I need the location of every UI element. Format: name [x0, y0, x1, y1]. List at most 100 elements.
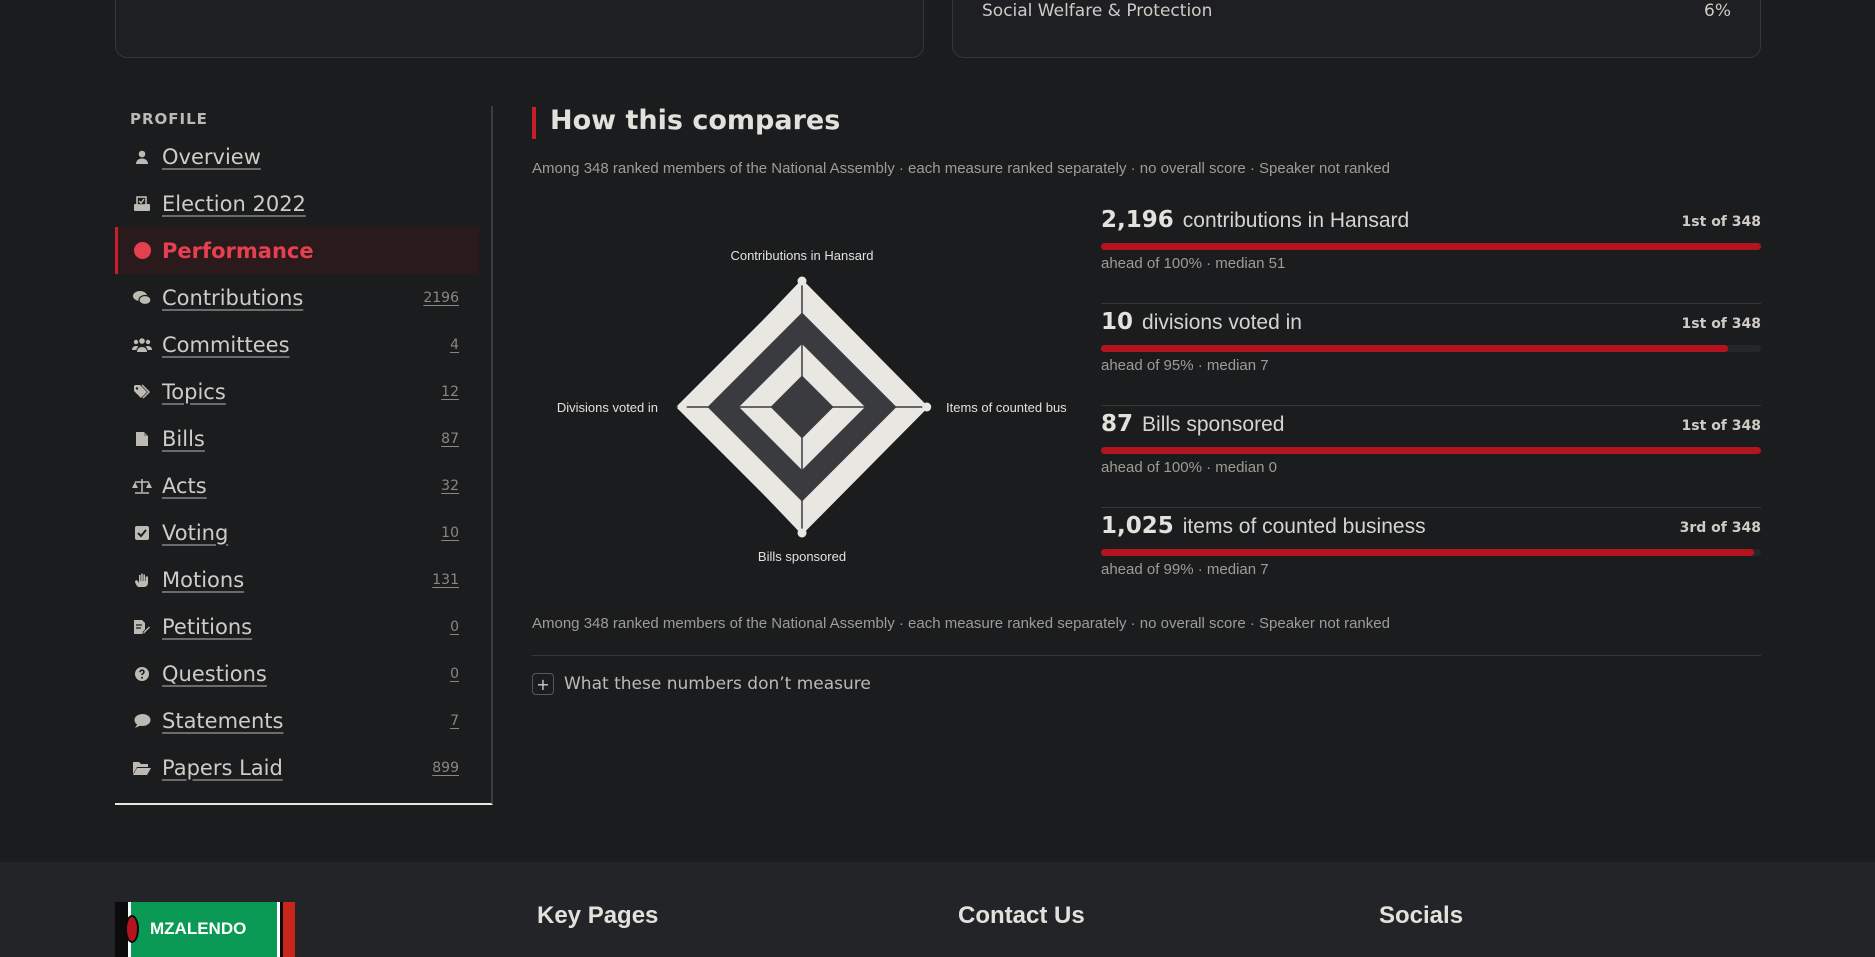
measure-label: divisions voted in [1142, 311, 1302, 334]
measure-label: Bills sponsored [1142, 413, 1285, 436]
sidebar-item-overview[interactable]: Overview [115, 133, 479, 180]
raised-hand-icon [132, 570, 152, 590]
sidebar-heading: PROFILE [130, 110, 208, 128]
radar-axis-label: Bills sponsored [758, 549, 846, 564]
file-pen-icon [132, 617, 152, 637]
profile-sidebar: PROFILE Overview Election 2022 Performance… [115, 106, 493, 805]
sidebar-item-label: Motions [162, 567, 245, 592]
spending-row-value: 6% [1704, 1, 1731, 21]
measure-head: 1,025 items of counted business [1101, 513, 1426, 539]
sidebar-item-count: 4 [450, 336, 459, 353]
measure-rank: 3rd of 348 [1679, 520, 1761, 536]
measure-value: 10 [1101, 309, 1134, 335]
sidebar-item-statements[interactable]: Statements 7 [115, 697, 479, 744]
sidebar-item-acts[interactable]: Acts 32 [115, 462, 479, 509]
percentile-bar-track [1101, 447, 1761, 454]
sidebar-item-contributions[interactable]: Contributions 2196 [115, 274, 479, 321]
radar-data-point [922, 402, 932, 412]
footer-socials-heading: Socials [1379, 902, 1464, 929]
numbers-disclaimer-toggle[interactable]: + What these numbers don’t measure [532, 673, 871, 695]
sidebar-item-label: Election 2022 [162, 191, 306, 216]
sidebar-item-count: 2196 [423, 289, 459, 306]
percentile-bar-fill [1101, 549, 1755, 556]
sidebar-item-count: 131 [432, 571, 459, 588]
radar-axis-label: Divisions voted in [557, 400, 658, 415]
mzalendo-logo[interactable]: MZALENDO [115, 902, 295, 957]
measure-row: 1,025 items of counted business 3rd of 348… [1101, 508, 1761, 610]
measure-value: 87 [1101, 411, 1134, 437]
sidebar-item-count: 10 [441, 524, 459, 541]
ranking-note-bottom: Among 348 ranked members of the National… [532, 615, 1390, 632]
measure-head: 10 divisions voted in [1101, 309, 1302, 335]
sidebar-item-label: Papers Laid [162, 755, 283, 780]
sidebar-item-motions[interactable]: Motions 131 [115, 556, 479, 603]
plus-icon: + [532, 673, 554, 695]
active-dot [133, 242, 151, 259]
sidebar-item-bills[interactable]: Bills 87 [115, 415, 479, 462]
sidebar-item-count: 87 [441, 430, 459, 447]
percentile-bar-track [1101, 243, 1761, 250]
sidebar-item-petitions[interactable]: Petitions 0 [115, 603, 479, 650]
ballot-box-icon [132, 194, 152, 214]
comments-icon [132, 288, 152, 308]
spending-row: Social Welfare & Protection 6% [982, 1, 1731, 21]
logo-text: MZALENDO [150, 919, 247, 938]
sidebar-item-topics[interactable]: Topics 12 [115, 368, 479, 415]
site-footer: MZALENDO Key Pages Contact Us Socials [0, 862, 1875, 957]
sidebar-item-questions[interactable]: Questions 0 [115, 650, 479, 697]
sidebar-item-label: Contributions [162, 285, 304, 310]
ranking-note-top: Among 348 ranked members of the National… [532, 160, 1390, 177]
expander-label: What these numbers don’t measure [564, 674, 871, 694]
measure-list: 2,196 contributions in Hansard 1st of 348 a… [1101, 202, 1761, 610]
sidebar-item-count: 32 [441, 477, 459, 494]
percentile-bar-track [1101, 345, 1761, 352]
people-group-icon [132, 335, 152, 355]
measure-rank: 1st of 348 [1681, 418, 1761, 434]
radar-axis-label: Items of counted bus [946, 400, 1067, 415]
dot-icon [132, 241, 152, 261]
radar-chart: Contributions in Hansard Items of counted… [557, 248, 1067, 564]
sidebar-item-election-2022[interactable]: Election 2022 [115, 180, 479, 227]
checkbox-icon [132, 523, 152, 543]
measure-value: 2,196 [1101, 207, 1174, 233]
sidebar-item-papers-laid[interactable]: Papers Laid 899 [115, 744, 479, 791]
measure-row: 87 Bills sponsored 1st of 348 ahead of 100%… [1101, 406, 1761, 508]
shield-icon [125, 915, 139, 943]
sidebar-item-label: Overview [162, 144, 261, 169]
measure-row: 10 divisions voted in 1st of 348 ahead of 9… [1101, 304, 1761, 406]
sidebar-item-count: 0 [450, 618, 459, 635]
footer-key-pages-heading: Key Pages [537, 902, 659, 929]
page-title: How this compares [550, 105, 841, 136]
measure-footnote: ahead of 99% · median 7 [1101, 561, 1269, 578]
spending-card-left [115, 0, 924, 58]
radar-data-point [677, 402, 687, 412]
divider [532, 655, 1761, 656]
radar-data-point [797, 276, 807, 286]
folder-open-icon [132, 758, 152, 778]
tags-icon [132, 382, 152, 402]
radar-axis-label: Contributions in Hansard [730, 248, 873, 263]
measure-footnote: ahead of 100% · median 0 [1101, 459, 1277, 476]
sidebar-item-count: 899 [432, 759, 459, 776]
title-accent-bar [532, 107, 536, 139]
scale-icon [132, 476, 152, 496]
sidebar-item-label: Committees [162, 332, 290, 357]
measure-head: 87 Bills sponsored [1101, 411, 1284, 437]
question-circle-icon [132, 664, 152, 684]
measure-rank: 1st of 348 [1681, 316, 1761, 332]
sidebar-item-label: Acts [162, 473, 207, 498]
radar-data-point [797, 528, 807, 538]
percentile-bar-fill [1101, 243, 1761, 250]
percentile-bar-track [1101, 549, 1761, 556]
sidebar-item-label: Voting [162, 520, 229, 545]
sidebar-item-performance[interactable]: Performance [115, 227, 479, 274]
speech-bubble-icon [132, 711, 152, 731]
measure-footnote: ahead of 100% · median 51 [1101, 255, 1286, 272]
measure-label: contributions in Hansard [1182, 209, 1410, 232]
sidebar-item-count: 7 [450, 712, 459, 729]
sidebar-item-label: Petitions [162, 614, 253, 639]
sidebar-item-voting[interactable]: Voting 10 [115, 509, 479, 556]
spending-card-right: Social Welfare & Protection 6% [952, 0, 1761, 58]
measure-value: 1,025 [1101, 513, 1174, 539]
sidebar-item-committees[interactable]: Committees 4 [115, 321, 479, 368]
